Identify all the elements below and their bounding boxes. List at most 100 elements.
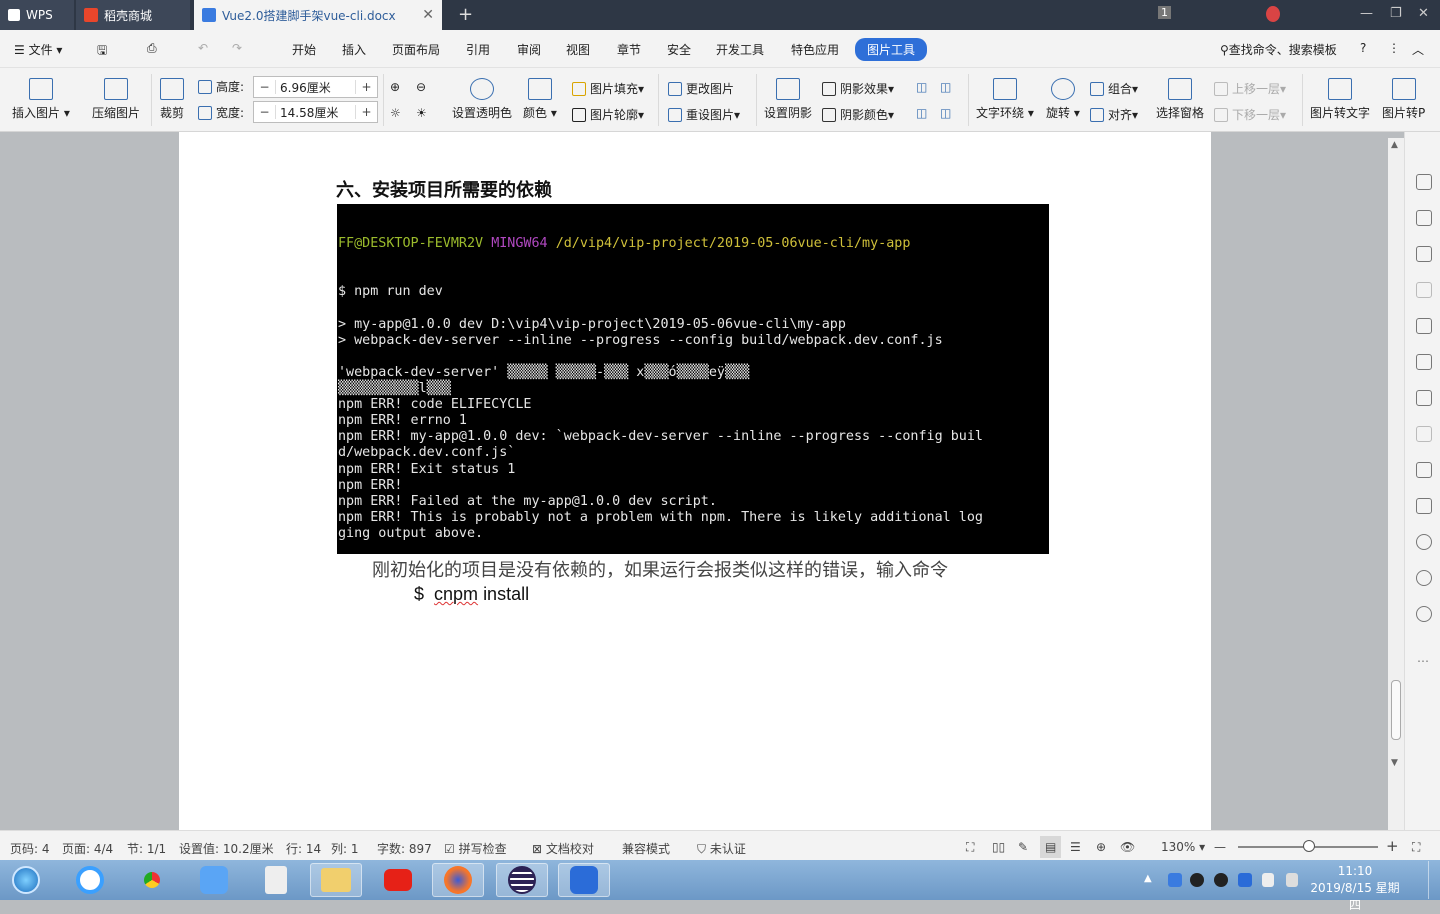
tab-docer-mall[interactable]: 稻壳商城 [76, 0, 190, 30]
group-button[interactable]: 组合 ▾ [1090, 80, 1138, 97]
menu-start[interactable]: 开始 [292, 41, 316, 58]
qq-icon[interactable] [1190, 873, 1204, 887]
page-view-icon[interactable]: ▤ [1040, 836, 1062, 858]
col-info[interactable]: 列: 1 [331, 840, 359, 857]
page-code[interactable]: 页码: 4 [10, 840, 50, 857]
gallery-icon[interactable] [1416, 318, 1432, 334]
eclipse-icon[interactable] [496, 863, 548, 897]
backup-icon[interactable] [1416, 534, 1432, 550]
menu-review[interactable]: 审阅 [517, 41, 541, 58]
system-clock[interactable]: 11:10 2019/8/15 星期四 [1310, 863, 1400, 914]
box-icon[interactable] [1416, 462, 1432, 478]
shadow-effect-button[interactable]: 阴影效果 ▾ [822, 80, 894, 97]
shadow-down-icon[interactable]: ◫ [940, 80, 951, 94]
cursor-icon[interactable] [1416, 210, 1432, 226]
save-icon[interactable]: 🖫 [97, 41, 107, 62]
set-transparent-button[interactable]: 设置透明色 [452, 78, 512, 121]
menu-security[interactable]: 安全 [667, 41, 691, 58]
word-count[interactable]: 字数: 897 [377, 840, 432, 857]
new-tab-icon[interactable]: + [458, 4, 473, 25]
bring-forward-button[interactable]: 上移一层 ▾ [1214, 80, 1286, 97]
row-info[interactable]: 行: 14 [286, 840, 321, 857]
rotate-button[interactable]: 旋转 ▾ [1046, 78, 1080, 121]
terminal-screenshot-image[interactable]: FF@DESKTOP-FEVMR2V MINGW64 /d/vip4/vip-p… [337, 204, 1049, 554]
chrome-icon[interactable] [126, 863, 178, 897]
web-view-icon[interactable]: ⊕ [1096, 840, 1106, 854]
edit-icon[interactable] [1416, 174, 1432, 190]
width-value[interactable]: 14.58厘米 [276, 104, 355, 121]
baidu-netdisk-icon[interactable] [64, 863, 116, 897]
menu-references[interactable]: 引用 [466, 41, 490, 58]
menu-layout[interactable]: 页面布局 [392, 41, 440, 58]
more-tools-icon[interactable]: ⋯ [1417, 654, 1429, 668]
shadow-left-icon[interactable]: ◫ [916, 106, 927, 120]
redo-icon[interactable]: ↷ [232, 41, 242, 55]
reduce-brightness-icon[interactable]: ☀ [416, 106, 427, 120]
compat-mode[interactable]: 兼容模式 [622, 840, 670, 857]
menu-insert[interactable]: 插入 [342, 41, 366, 58]
zoom-level[interactable]: 130% ▾ [1161, 840, 1205, 854]
document-area[interactable]: 六、安装项目所需要的依赖 FF@DESKTOP-FEVMR2V MINGW64 … [0, 132, 1404, 830]
height-value[interactable]: 6.96厘米 [276, 79, 355, 96]
user-avatar[interactable] [1266, 6, 1280, 22]
send-backward-button[interactable]: 下移一层 ▾ [1214, 106, 1286, 123]
image-icon[interactable] [1416, 498, 1432, 514]
page-count[interactable]: 页面: 4/4 [62, 840, 113, 857]
menu-chapter[interactable]: 章节 [617, 41, 641, 58]
vertical-scrollbar[interactable]: ▲ ▼ [1388, 138, 1404, 830]
shapes-icon[interactable] [1416, 246, 1432, 262]
firefox-icon[interactable] [432, 863, 484, 897]
print-icon[interactable]: ⎙ [147, 41, 157, 56]
color-button[interactable]: 颜色 ▾ [523, 78, 557, 121]
change-picture-button[interactable]: 更改图片 [668, 80, 734, 97]
shadow-right-icon[interactable]: ◫ [940, 106, 951, 120]
history-icon[interactable] [1416, 570, 1432, 586]
read-mode-icon[interactable]: ▯▯ [992, 840, 1005, 854]
zoom-out-icon[interactable]: — [1214, 840, 1226, 854]
certification-status[interactable]: ⛉ 未认证 [697, 840, 746, 857]
shadow-color-button[interactable]: 阴影颜色 ▾ [822, 106, 894, 123]
insert-picture-button[interactable]: 插入图片 ▾ [12, 78, 70, 121]
tab-wps[interactable]: WPS [0, 0, 74, 30]
search-commands[interactable]: ⚲查找命令、搜索模板 [1220, 41, 1337, 58]
tab-document[interactable]: Vue2.0搭建脚手架vue-cli.docx ✕ [194, 0, 442, 30]
document-page[interactable]: 六、安装项目所需要的依赖 FF@DESKTOP-FEVMR2V MINGW64 … [179, 132, 1211, 830]
security-shield-icon[interactable] [1238, 873, 1252, 887]
shadow-up-icon[interactable]: ◫ [916, 80, 927, 94]
more-icon[interactable]: ⋮ [1388, 41, 1400, 55]
text-wrap-button[interactable]: 文字环绕 ▾ [976, 78, 1034, 121]
add-contrast-icon[interactable]: ⊕ [390, 80, 400, 94]
spell-check-button[interactable]: ☑ 拼写检查 [444, 840, 507, 857]
reset-picture-button[interactable]: 重设图片 ▾ [668, 106, 740, 123]
fullscreen-icon[interactable]: ⛶ [966, 840, 974, 855]
set-shadow-button[interactable]: 设置阴影 [764, 78, 812, 121]
calculator-icon[interactable] [250, 863, 302, 897]
selection-pane-button[interactable]: 选择窗格 [1156, 78, 1204, 121]
reduce-contrast-icon[interactable]: ⊖ [416, 80, 426, 94]
write-mode-icon[interactable]: ✎ [1018, 840, 1028, 854]
file-explorer-icon[interactable] [310, 863, 362, 897]
wps-writer-icon[interactable] [558, 863, 610, 897]
tray-cube-icon[interactable] [1168, 873, 1182, 887]
scroll-down-icon[interactable]: ▼ [1391, 758, 1398, 768]
outline-view-icon[interactable]: ☰ [1070, 840, 1081, 854]
section-info[interactable]: 节: 1/1 [127, 840, 166, 857]
setting-value[interactable]: 设置值: 10.2厘米 [179, 840, 274, 857]
help-circle-icon[interactable] [1416, 606, 1432, 622]
menu-features[interactable]: 特色应用 [791, 41, 839, 58]
translate-icon[interactable] [1416, 426, 1432, 442]
help-icon[interactable]: ? [1360, 41, 1366, 55]
width-input[interactable]: − 14.58厘米 + [253, 101, 378, 123]
add-brightness-icon[interactable]: ☼ [390, 106, 401, 120]
crop-button[interactable]: 裁剪 [160, 78, 184, 121]
picture-to-pdf-button[interactable]: 图片转P [1382, 78, 1425, 121]
zoom-in-icon[interactable]: + [1386, 837, 1399, 855]
menu-picture-tools[interactable]: 图片工具 [855, 38, 928, 61]
share-icon[interactable] [1416, 390, 1432, 406]
qq-icon-2[interactable] [1214, 873, 1228, 887]
minimize-icon[interactable]: — [1360, 6, 1373, 21]
network-icon[interactable] [1262, 873, 1274, 887]
width-increase-button[interactable]: + [355, 105, 377, 119]
picture-to-text-button[interactable]: 图片转文字 [1310, 78, 1370, 121]
show-desktop-button[interactable] [1428, 861, 1438, 899]
